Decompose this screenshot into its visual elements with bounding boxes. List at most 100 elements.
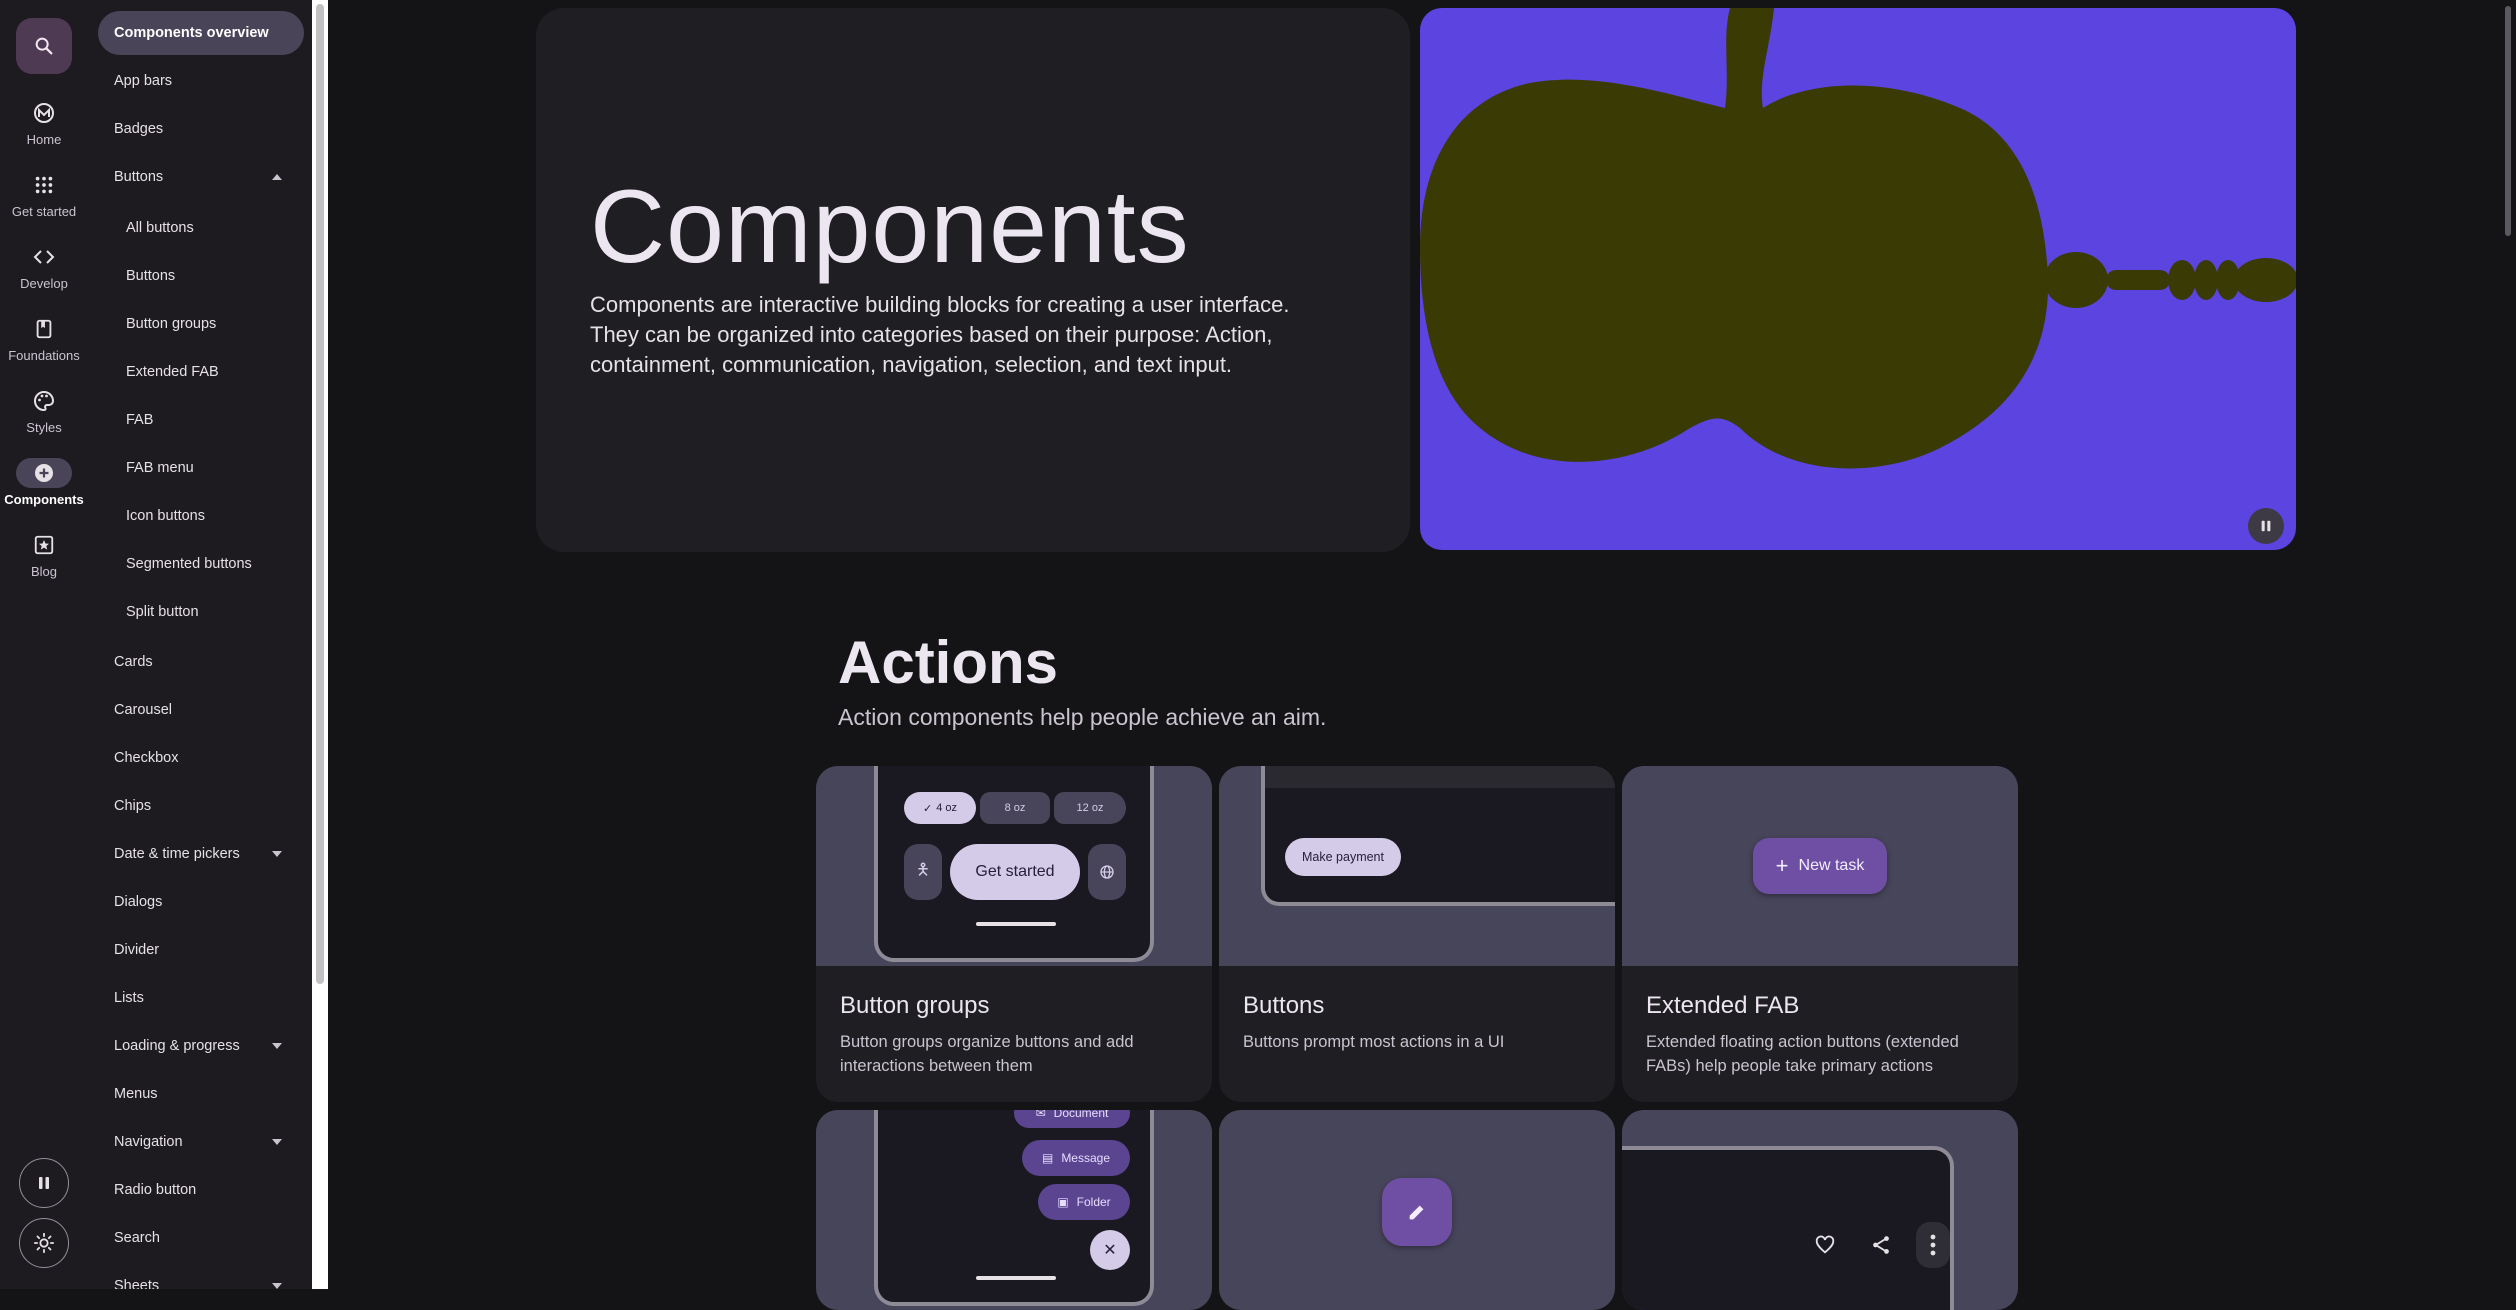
nav-item-radio-button[interactable]: Radio button bbox=[98, 1168, 304, 1212]
nav-item-lists[interactable]: Lists bbox=[98, 976, 304, 1020]
language-button[interactable] bbox=[1088, 844, 1126, 900]
share-button[interactable] bbox=[1866, 1230, 1896, 1260]
nav-item-menus[interactable]: Menus bbox=[98, 1072, 304, 1116]
nav-item-cards[interactable]: Cards bbox=[98, 640, 304, 684]
card-description: Button groups organize buttons and add i… bbox=[840, 1033, 1134, 1075]
apps-grid-icon bbox=[35, 176, 53, 194]
material-logo-icon bbox=[34, 103, 54, 123]
pencil-icon bbox=[1409, 1205, 1424, 1220]
nav-item-components-overview[interactable]: Components overview bbox=[98, 11, 304, 55]
nav-item-buttons-group[interactable]: Buttons bbox=[98, 155, 304, 199]
rail-item-develop[interactable]: Develop bbox=[0, 242, 88, 291]
nav-item-extended-fab[interactable]: Extended FAB bbox=[98, 350, 304, 394]
fab-menu-folder[interactable]: ▣ Folder bbox=[1038, 1184, 1130, 1220]
new-task-fab[interactable]: + New task bbox=[1753, 838, 1887, 894]
size-12oz-button[interactable]: 12 oz bbox=[1054, 792, 1126, 824]
card-media: ✓ 4 oz 8 oz 12 oz 🯅 Get started bbox=[816, 766, 1212, 966]
card-media: ✉ Document ▤ Message ▣ Folder ✕ bbox=[816, 1110, 1212, 1310]
make-payment-button[interactable]: Make payment bbox=[1285, 838, 1401, 876]
theme-toggle-button[interactable] bbox=[19, 1218, 69, 1268]
nav-item-date-time-pickers[interactable]: Date & time pickers bbox=[98, 832, 304, 876]
section-description: Action components help people achieve an… bbox=[838, 704, 1327, 730]
page-title: Components bbox=[590, 169, 1190, 285]
nav-item-checkbox[interactable]: Checkbox bbox=[98, 736, 304, 780]
nav-item-icon-buttons[interactable]: Icon buttons bbox=[98, 494, 304, 538]
card-icon-buttons[interactable] bbox=[1622, 1110, 2018, 1310]
size-8oz-button[interactable]: 8 oz bbox=[980, 792, 1050, 824]
card-extended-fab[interactable]: + New task Extended FAB Extended floatin… bbox=[1622, 766, 2018, 1102]
sidenav-scrollbar[interactable] bbox=[312, 0, 328, 1289]
rail-item-label: Foundations bbox=[8, 348, 80, 363]
nav-item-search[interactable]: Search bbox=[98, 1216, 304, 1260]
rail-item-label: Get started bbox=[11, 204, 77, 219]
hero-card: Components Components are interactive bu… bbox=[536, 8, 1410, 552]
hero-animation bbox=[1420, 8, 2296, 550]
check-icon: ✓ bbox=[922, 802, 933, 815]
rail-item-styles[interactable]: Styles bbox=[0, 386, 88, 435]
nav-item-fab[interactable]: FAB bbox=[98, 398, 304, 442]
nav-item-button-groups[interactable]: Button groups bbox=[98, 302, 304, 346]
chevron-down-icon bbox=[272, 1283, 282, 1289]
mail-icon: ✉ bbox=[1035, 1110, 1046, 1120]
nav-item-navigation[interactable]: Navigation bbox=[98, 1120, 304, 1164]
nav-item-buttons[interactable]: Buttons bbox=[98, 254, 304, 298]
card-fab[interactable] bbox=[1219, 1110, 1615, 1310]
rail-item-label: Styles bbox=[26, 420, 62, 435]
pause-animations-button[interactable] bbox=[19, 1158, 69, 1208]
rail-item-blog[interactable]: Blog bbox=[0, 530, 88, 579]
favorite-button[interactable] bbox=[1810, 1230, 1840, 1260]
chat-icon: ▤ bbox=[1041, 1151, 1054, 1165]
nav-item-divider[interactable]: Divider bbox=[98, 928, 304, 972]
nav-item-all-buttons[interactable]: All buttons bbox=[98, 206, 304, 250]
card-media bbox=[1622, 1110, 2018, 1310]
page-scroll-thumb[interactable] bbox=[2505, 6, 2511, 236]
apple-shape-illustration bbox=[1420, 8, 2296, 469]
card-fab-menu[interactable]: ✉ Document ▤ Message ▣ Folder ✕ bbox=[816, 1110, 1212, 1310]
heart-icon bbox=[1815, 1235, 1835, 1254]
nav-item-chips[interactable]: Chips bbox=[98, 784, 304, 828]
nav-item-segmented-buttons[interactable]: Segmented buttons bbox=[98, 542, 304, 586]
card-buttons[interactable]: Make payment Buttons Buttons prompt most… bbox=[1219, 766, 1615, 1102]
fab-menu-message[interactable]: ▤ Message bbox=[1022, 1140, 1130, 1176]
plus-icon: + bbox=[1775, 853, 1789, 878]
sidenav-scroll-thumb[interactable] bbox=[316, 4, 324, 984]
rail-item-home[interactable]: Home bbox=[0, 98, 88, 147]
nav-item-carousel[interactable]: Carousel bbox=[98, 688, 304, 732]
card-title: Button groups bbox=[840, 992, 990, 1019]
pause-icon bbox=[39, 1177, 49, 1189]
rail-item-get-started[interactable]: Get started bbox=[0, 170, 88, 219]
get-started-button[interactable]: Get started bbox=[950, 844, 1080, 900]
page-scrollbar[interactable] bbox=[2500, 0, 2516, 1289]
side-navigation: Components overview App bars Badges Butt… bbox=[88, 0, 312, 1289]
pause-animation-button[interactable] bbox=[2248, 508, 2284, 544]
nav-item-fab-menu[interactable]: FAB menu bbox=[98, 446, 304, 490]
page-description: Components are interactive building bloc… bbox=[590, 292, 1290, 377]
phone-mockup: Make payment bbox=[1261, 766, 1615, 906]
size-4oz-button[interactable]: ✓ 4 oz bbox=[904, 792, 976, 824]
nav-item-badges[interactable]: Badges bbox=[98, 107, 304, 151]
rail-item-foundations[interactable]: Foundations bbox=[0, 314, 88, 363]
fab-menu-document[interactable]: ✉ Document bbox=[1014, 1110, 1130, 1128]
add-circle-icon bbox=[35, 464, 53, 482]
accessibility-button[interactable]: 🯅 bbox=[904, 844, 942, 900]
palette-icon bbox=[34, 390, 55, 412]
home-indicator bbox=[976, 922, 1056, 926]
search-button[interactable] bbox=[16, 18, 72, 74]
close-icon: ✕ bbox=[1103, 1242, 1117, 1259]
nav-item-split-button[interactable]: Split button bbox=[98, 590, 304, 634]
card-media bbox=[1219, 1110, 1615, 1310]
nav-item-app-bars[interactable]: App bars bbox=[98, 59, 304, 103]
rail-item-components[interactable]: Components bbox=[0, 458, 88, 507]
rail-item-label: Home bbox=[26, 132, 62, 147]
rail-item-label: Blog bbox=[30, 564, 58, 579]
card-button-groups[interactable]: ✓ 4 oz 8 oz 12 oz 🯅 Get started Button gr… bbox=[816, 766, 1212, 1102]
nav-item-dialogs[interactable]: Dialogs bbox=[98, 880, 304, 924]
nav-item-sheets[interactable]: Sheets bbox=[98, 1264, 304, 1289]
card-description: Buttons prompt most actions in a UI bbox=[1243, 1033, 1505, 1051]
accessibility-icon: 🯅 bbox=[915, 861, 931, 879]
phone-top-bar bbox=[1265, 766, 1615, 788]
more-options-button[interactable] bbox=[1916, 1222, 1950, 1268]
fab-menu-close-button[interactable]: ✕ bbox=[1090, 1230, 1130, 1270]
nav-item-loading-progress[interactable]: Loading & progress bbox=[98, 1024, 304, 1068]
edit-fab[interactable] bbox=[1382, 1178, 1452, 1246]
